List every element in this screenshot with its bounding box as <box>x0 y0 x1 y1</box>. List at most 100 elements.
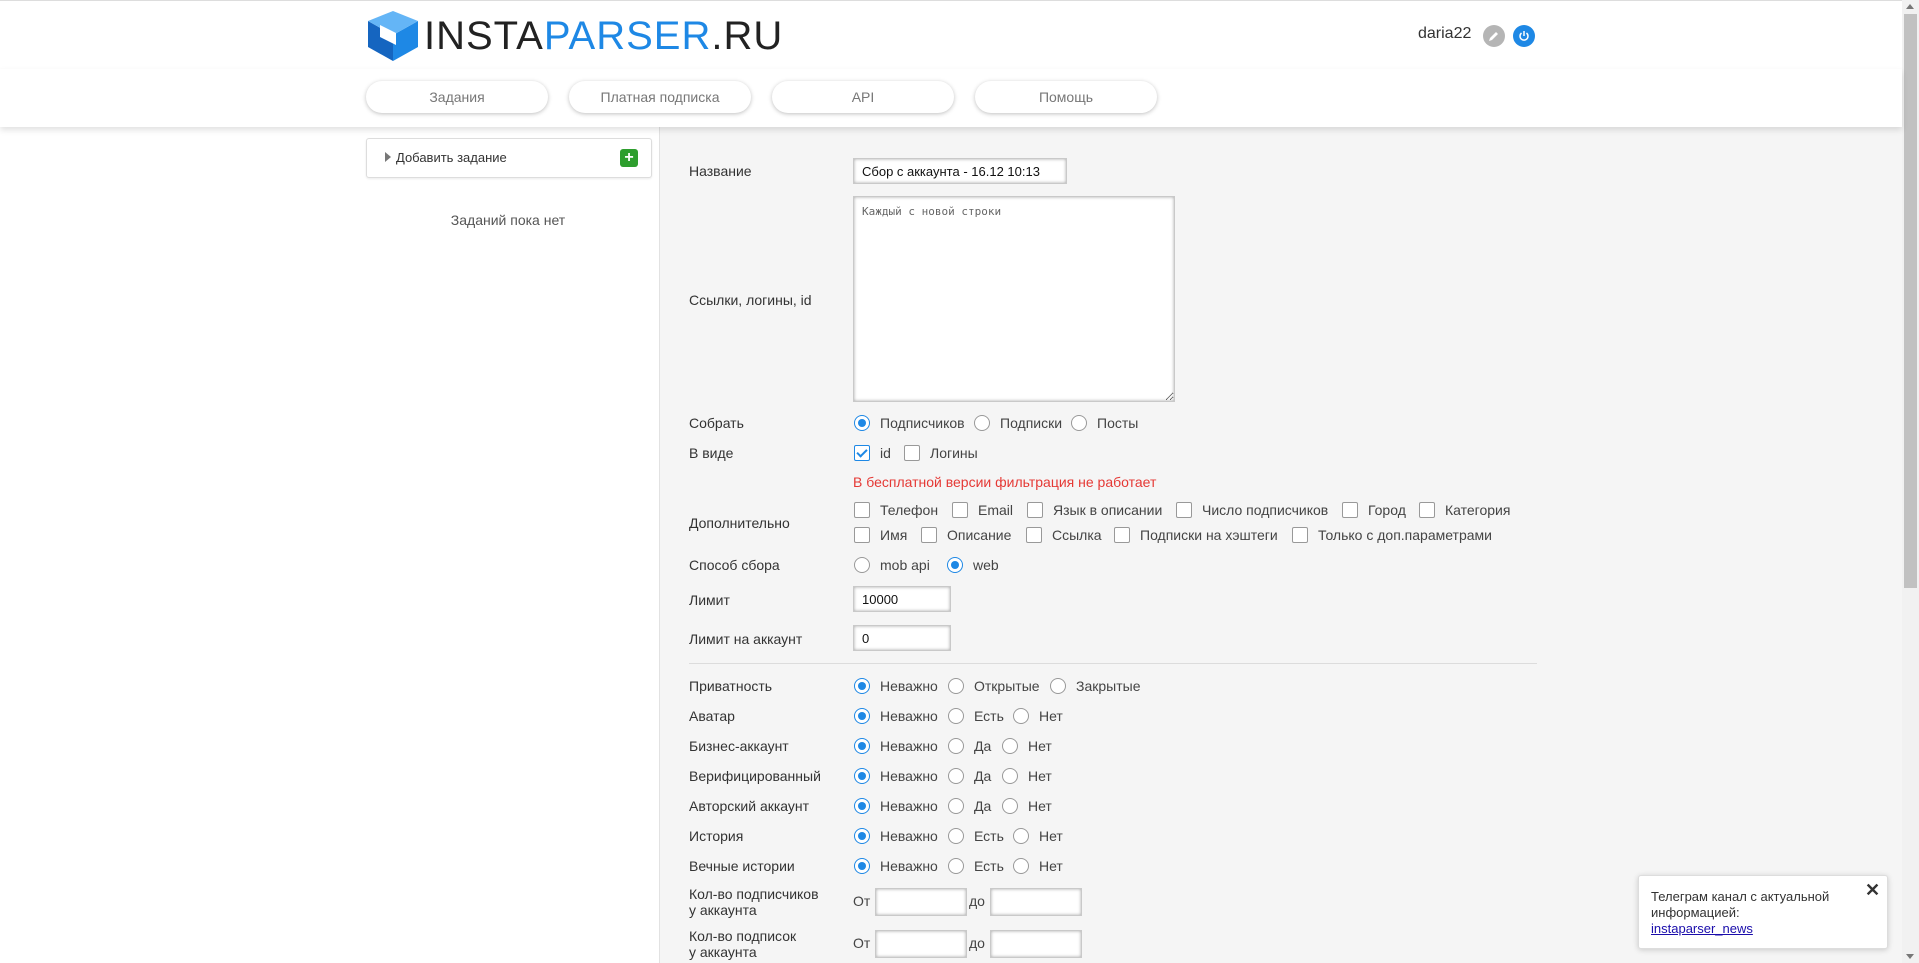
following-to-input[interactable] <box>990 930 1082 958</box>
extra-only-params-option[interactable]: Только с доп.параметрами <box>1292 527 1492 543</box>
radio[interactable] <box>1002 768 1018 784</box>
nav-api[interactable]: API <box>772 81 954 113</box>
verified-yes-option[interactable]: Да <box>948 768 991 784</box>
method-web-option[interactable]: web <box>947 557 999 573</box>
checkbox[interactable] <box>1292 527 1308 543</box>
radio[interactable] <box>854 858 870 874</box>
verified-any-option[interactable]: Неважно <box>854 768 938 784</box>
extra-phone-option[interactable]: Телефон <box>854 502 938 518</box>
radio[interactable] <box>854 738 870 754</box>
limit-input[interactable] <box>853 586 951 612</box>
radio[interactable] <box>854 415 870 431</box>
collect-followers-option[interactable]: Подписчиков <box>854 415 965 431</box>
creator-yes-option[interactable]: Да <box>948 798 991 814</box>
plus-icon[interactable]: + <box>620 149 638 167</box>
extra-followers-count-option[interactable]: Число подписчиков <box>1176 502 1328 518</box>
edit-profile-button[interactable] <box>1483 25 1505 47</box>
radio[interactable] <box>1013 828 1029 844</box>
logout-button[interactable] <box>1513 25 1535 47</box>
avatar-yes-option[interactable]: Есть <box>948 708 1004 724</box>
collect-following-option[interactable]: Подписки <box>974 415 1062 431</box>
checkbox[interactable] <box>1026 527 1042 543</box>
radio[interactable] <box>854 828 870 844</box>
creator-any-option[interactable]: Неважно <box>854 798 938 814</box>
method-mobapi-option[interactable]: mob api <box>854 557 930 573</box>
radio[interactable] <box>1002 798 1018 814</box>
avatar-any-option[interactable]: Неважно <box>854 708 938 724</box>
creator-no-option[interactable]: Нет <box>1002 798 1052 814</box>
business-yes-option[interactable]: Да <box>948 738 991 754</box>
scrollbar-thumb[interactable] <box>1904 14 1917 588</box>
followers-from-input[interactable] <box>875 888 967 916</box>
radio[interactable] <box>854 678 870 694</box>
checkbox[interactable] <box>1114 527 1130 543</box>
name-input[interactable] <box>853 158 1067 184</box>
stories-any-option[interactable]: Неважно <box>854 828 938 844</box>
add-task-panel[interactable]: Добавить задание + <box>366 138 652 178</box>
radio[interactable] <box>1002 738 1018 754</box>
checkbox[interactable] <box>854 527 870 543</box>
radio[interactable] <box>854 708 870 724</box>
highlights-yes-option[interactable]: Есть <box>948 858 1004 874</box>
radio[interactable] <box>1071 415 1087 431</box>
radio[interactable] <box>854 768 870 784</box>
checkbox[interactable] <box>1176 502 1192 518</box>
format-logins-option[interactable]: Логины <box>904 445 978 461</box>
radio[interactable] <box>948 798 964 814</box>
site-logo[interactable]: INSTAPARSER.RU <box>366 10 783 62</box>
scroll-down-icon[interactable] <box>1906 954 1914 959</box>
close-icon[interactable]: ✕ <box>1865 880 1880 901</box>
privacy-closed-option[interactable]: Закрытые <box>1050 678 1140 694</box>
stories-no-option[interactable]: Нет <box>1013 828 1063 844</box>
radio[interactable] <box>854 798 870 814</box>
business-no-option[interactable]: Нет <box>1002 738 1052 754</box>
highlights-any-option[interactable]: Неважно <box>854 858 938 874</box>
radio[interactable] <box>947 557 963 573</box>
following-from-input[interactable] <box>875 930 967 958</box>
extra-link-option[interactable]: Ссылка <box>1026 527 1102 543</box>
extra-hashtags-option[interactable]: Подписки на хэштеги <box>1114 527 1278 543</box>
radio[interactable] <box>1013 858 1029 874</box>
privacy-open-option[interactable]: Открытые <box>948 678 1040 694</box>
checkbox[interactable] <box>952 502 968 518</box>
nav-tasks[interactable]: Задания <box>366 81 548 113</box>
checkbox[interactable] <box>1027 502 1043 518</box>
extra-description-option[interactable]: Описание <box>921 527 1011 543</box>
nav-help[interactable]: Помощь <box>975 81 1157 113</box>
radio[interactable] <box>948 678 964 694</box>
checkbox[interactable] <box>854 502 870 518</box>
radio[interactable] <box>948 738 964 754</box>
radio[interactable] <box>974 415 990 431</box>
radio[interactable] <box>948 768 964 784</box>
format-id-option[interactable]: id <box>854 445 891 461</box>
stories-yes-option[interactable]: Есть <box>948 828 1004 844</box>
scroll-up-icon[interactable] <box>1906 4 1914 9</box>
radio[interactable] <box>948 858 964 874</box>
highlights-no-option[interactable]: Нет <box>1013 858 1063 874</box>
limit-account-input[interactable] <box>853 625 951 651</box>
checkbox[interactable] <box>1342 502 1358 518</box>
extra-language-option[interactable]: Язык в описании <box>1027 502 1162 518</box>
privacy-any-option[interactable]: Неважно <box>854 678 938 694</box>
extra-email-option[interactable]: Email <box>952 502 1013 518</box>
extra-category-option[interactable]: Категория <box>1419 502 1510 518</box>
checkbox[interactable] <box>854 445 870 461</box>
avatar-no-option[interactable]: Нет <box>1013 708 1063 724</box>
links-textarea[interactable] <box>853 196 1175 402</box>
extra-name-option[interactable]: Имя <box>854 527 907 543</box>
telegram-link[interactable]: instaparser_news <box>1651 921 1753 936</box>
checkbox[interactable] <box>904 445 920 461</box>
username[interactable]: daria22 <box>1418 25 1471 43</box>
radio[interactable] <box>948 828 964 844</box>
extra-city-option[interactable]: Город <box>1342 502 1406 518</box>
business-any-option[interactable]: Неважно <box>854 738 938 754</box>
page-scrollbar[interactable] <box>1902 0 1919 963</box>
radio[interactable] <box>1050 678 1066 694</box>
radio[interactable] <box>948 708 964 724</box>
collect-posts-option[interactable]: Посты <box>1071 415 1138 431</box>
followers-to-input[interactable] <box>990 888 1082 916</box>
radio[interactable] <box>854 557 870 573</box>
nav-subscription[interactable]: Платная подписка <box>569 81 751 113</box>
radio[interactable] <box>1013 708 1029 724</box>
checkbox[interactable] <box>1419 502 1435 518</box>
